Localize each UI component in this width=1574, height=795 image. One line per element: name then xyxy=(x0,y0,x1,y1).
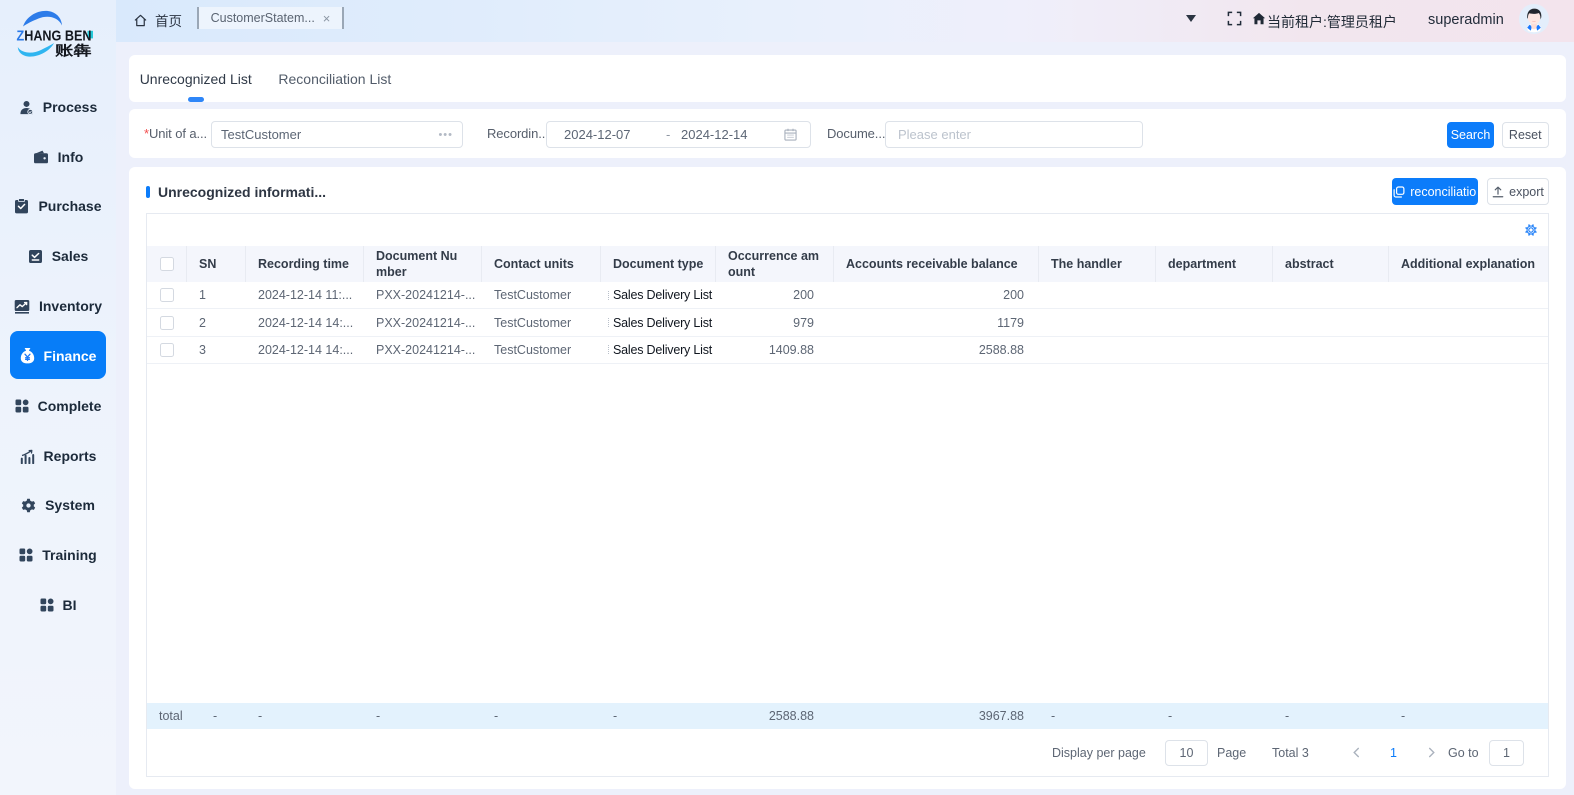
svg-text:ZHANG BEN: ZHANG BEN xyxy=(17,28,92,45)
svg-text:账犇: 账犇 xyxy=(55,43,92,59)
